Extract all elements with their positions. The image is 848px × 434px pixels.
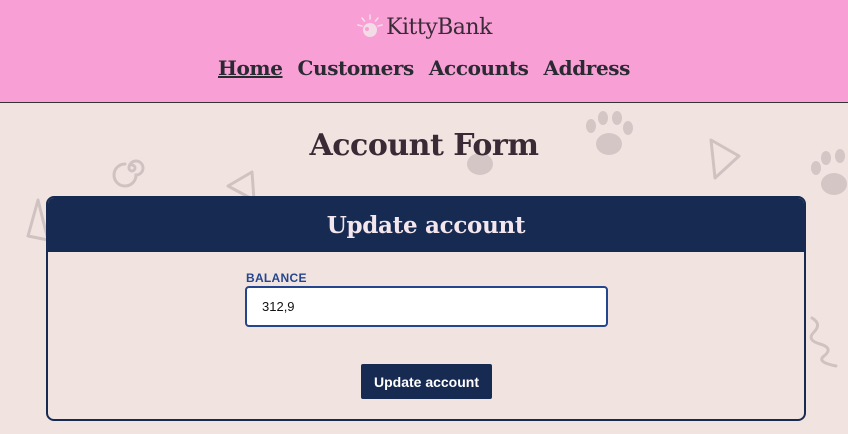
main-nav: Home Customers Accounts Address	[0, 56, 848, 80]
paw-sun-icon	[357, 14, 383, 37]
site-header: KittyBank Home Customers Accounts Addres…	[0, 0, 848, 103]
form-heading: Update account	[48, 198, 804, 252]
nav-link-customers[interactable]: Customers	[298, 56, 415, 80]
nav-link-home[interactable]: Home	[218, 56, 283, 80]
nav-link-accounts[interactable]: Accounts	[429, 56, 529, 80]
update-account-button[interactable]: Update account	[361, 364, 492, 399]
nav-link-address[interactable]: Address	[544, 56, 631, 80]
brand[interactable]: KittyBank	[0, 13, 848, 41]
page-title: Account Form	[309, 128, 539, 163]
update-account-form: Update account BALANCE Update account	[46, 196, 806, 421]
balance-label: BALANCE	[246, 271, 307, 285]
balance-input[interactable]	[245, 286, 608, 327]
zigzag-doodle-icon	[809, 316, 838, 368]
brand-name: KittyBank	[386, 14, 492, 40]
